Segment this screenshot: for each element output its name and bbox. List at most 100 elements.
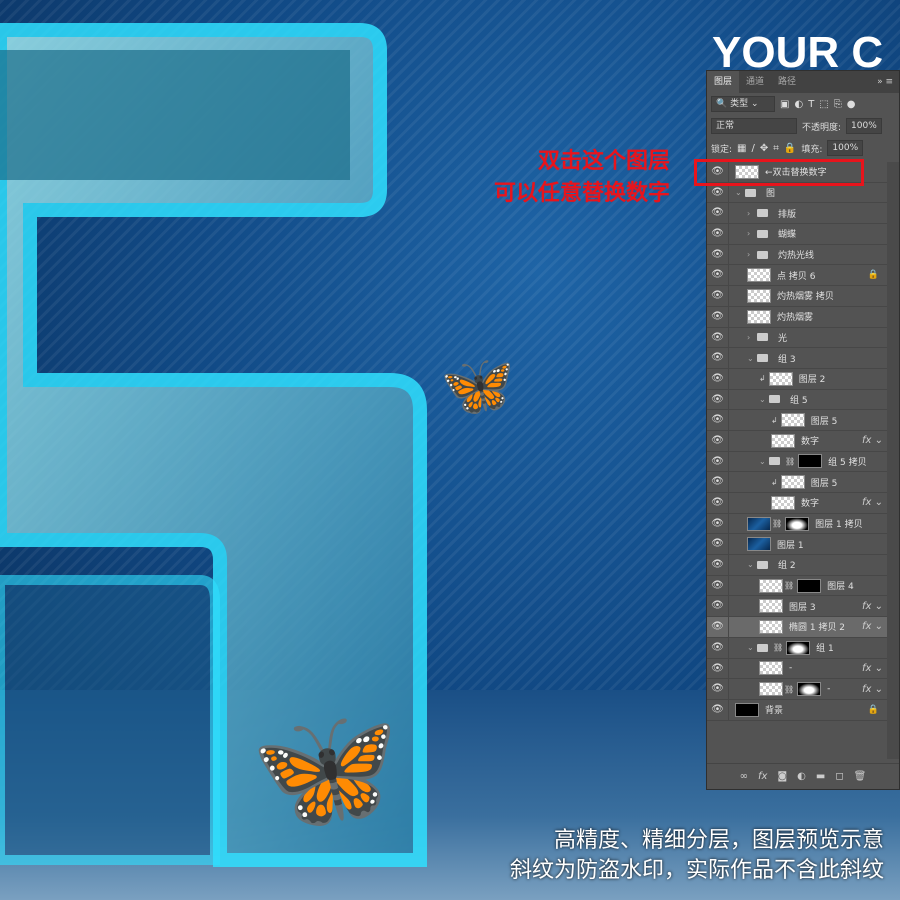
- layer-row[interactable]: 👁 ↲ 图层 2: [707, 368, 887, 390]
- panel-menu-icon[interactable]: » ≡: [871, 71, 899, 93]
- chevron-right-icon[interactable]: ›: [747, 209, 757, 218]
- eye-icon[interactable]: 👁: [707, 472, 729, 492]
- scrollbar[interactable]: [887, 162, 899, 759]
- layer-row[interactable]: 👁 › 排版: [707, 203, 887, 225]
- eye-icon[interactable]: 👁: [707, 658, 729, 679]
- eye-icon[interactable]: 👁: [707, 430, 729, 451]
- chevron-down-icon[interactable]: ⌄: [735, 188, 745, 197]
- eye-icon[interactable]: 👁: [707, 596, 729, 617]
- layer-row[interactable]: 👁 椭圆 1 拷贝 2 fx ⌄: [707, 617, 887, 638]
- link-icon[interactable]: ∞: [740, 771, 748, 782]
- eye-icon[interactable]: 👁: [707, 617, 729, 637]
- layer-row[interactable]: 👁 ⛓ 图层 4: [707, 575, 887, 597]
- layer-row[interactable]: 👁 ↲ 图层 5: [707, 472, 887, 493]
- fx-icon[interactable]: fx ⌄: [862, 663, 883, 674]
- image-filter-icon[interactable]: ▣: [780, 99, 789, 110]
- eye-icon[interactable]: 👁: [707, 513, 729, 534]
- lock-all-icon[interactable]: 🔒: [784, 143, 796, 154]
- eye-icon[interactable]: 👁: [707, 575, 729, 596]
- layer-row[interactable]: 👁 ⛓ - fx ⌄: [707, 679, 887, 700]
- tab-paths[interactable]: 路径: [771, 71, 803, 93]
- layer-name: 组 3: [778, 354, 796, 365]
- chevron-down-icon[interactable]: ⌄: [747, 354, 757, 363]
- layer-name: 排版: [778, 209, 797, 220]
- chevron-right-icon[interactable]: ›: [747, 229, 757, 238]
- layer-row[interactable]: 👁 ↲ 图层 5: [707, 410, 887, 431]
- filter-kind-select[interactable]: 🔍 类型 ⌄: [711, 96, 775, 112]
- layer-row[interactable]: 👁 ⌄ 组 2: [707, 555, 887, 576]
- eye-icon[interactable]: 👁: [707, 203, 729, 224]
- butterfly-image: 🦋: [440, 351, 515, 421]
- layer-row[interactable]: 👁 灼热烟雾 拷贝: [707, 286, 887, 307]
- layer-row[interactable]: 👁 › 灼热光线: [707, 244, 887, 266]
- layer-row[interactable]: 👁 ⌄ 组 3: [707, 348, 887, 369]
- layer-thumbnail: [759, 682, 783, 697]
- eye-icon[interactable]: 👁: [707, 224, 729, 244]
- eye-icon[interactable]: 👁: [707, 699, 729, 720]
- eye-icon[interactable]: 👁: [707, 265, 729, 286]
- layer-row[interactable]: 👁 数字 fx ⌄: [707, 430, 887, 452]
- chevron-down-icon[interactable]: ⌄: [759, 457, 769, 466]
- fx-icon[interactable]: fx ⌄: [862, 497, 883, 508]
- mask-icon[interactable]: ◙: [777, 771, 787, 782]
- layer-row[interactable]: 👁 - fx ⌄: [707, 658, 887, 680]
- layer-row[interactable]: 👁 数字 fx ⌄: [707, 493, 887, 514]
- layer-thumbnail: [759, 599, 783, 614]
- lock-paint-icon[interactable]: /: [752, 143, 755, 154]
- eye-icon[interactable]: 👁: [707, 555, 729, 575]
- fx-icon[interactable]: fx ⌄: [862, 621, 883, 632]
- layer-row[interactable]: 👁 ⌄ ⛓ 组 5 拷贝: [707, 451, 887, 473]
- layer-row[interactable]: 👁 ⛓ 图层 1 拷贝: [707, 513, 887, 535]
- eye-icon[interactable]: 👁: [707, 451, 729, 472]
- fx-icon[interactable]: fx ⌄: [862, 684, 883, 695]
- fx-icon[interactable]: fx ⌄: [862, 601, 883, 612]
- layer-row[interactable]: 👁 › 蝴蝶: [707, 224, 887, 245]
- chevron-down-icon[interactable]: ⌄: [759, 395, 769, 404]
- tab-channels[interactable]: 通道: [739, 71, 771, 93]
- new-layer-icon[interactable]: ◻: [835, 771, 843, 782]
- eye-icon[interactable]: 👁: [707, 348, 729, 368]
- trash-icon[interactable]: 🗑: [854, 771, 867, 782]
- fx-icon[interactable]: fx: [758, 771, 767, 782]
- tab-layers[interactable]: 图层: [707, 71, 740, 93]
- fill-input[interactable]: 100%: [827, 140, 864, 156]
- layer-name: 图层 1: [777, 540, 804, 551]
- eye-icon[interactable]: 👁: [707, 410, 729, 430]
- eye-icon[interactable]: 👁: [707, 306, 729, 327]
- opacity-input[interactable]: 100%: [846, 118, 882, 134]
- layer-row[interactable]: 👁 › 光: [707, 327, 887, 349]
- chevron-right-icon[interactable]: ›: [747, 250, 757, 259]
- eye-icon[interactable]: 👁: [707, 368, 729, 389]
- layer-row[interactable]: 👁 图层 1: [707, 534, 887, 556]
- layer-row[interactable]: 👁 ⌄ 组 5: [707, 389, 887, 411]
- eye-icon[interactable]: 👁: [707, 286, 729, 306]
- chevron-right-icon[interactable]: ›: [747, 333, 757, 342]
- lock-artboard-icon[interactable]: ⌗: [773, 143, 779, 154]
- eye-icon[interactable]: 👁: [707, 534, 729, 555]
- layer-name: 图层 3: [789, 602, 816, 613]
- chevron-down-icon[interactable]: ⌄: [747, 560, 757, 569]
- lock-position-icon[interactable]: ✥: [760, 143, 768, 154]
- eye-icon[interactable]: 👁: [707, 493, 729, 513]
- chevron-down-icon[interactable]: ⌄: [747, 643, 757, 652]
- blend-mode-select[interactable]: 正常: [711, 118, 797, 134]
- adjustment-icon[interactable]: ◐: [797, 771, 806, 782]
- layer-row[interactable]: 👁 点 拷贝 6 🔒: [707, 265, 887, 287]
- fx-icon[interactable]: fx ⌄: [862, 435, 883, 446]
- new-group-icon[interactable]: ▬: [816, 771, 825, 782]
- layer-row[interactable]: 👁 ⌄ ⛓ 组 1: [707, 637, 887, 659]
- lock-pixels-icon[interactable]: ▦: [737, 143, 746, 154]
- eye-icon[interactable]: 👁: [707, 679, 729, 699]
- type-filter-icon[interactable]: T: [808, 99, 814, 110]
- eye-icon[interactable]: 👁: [707, 637, 729, 658]
- eye-icon[interactable]: 👁: [707, 389, 729, 410]
- layer-row[interactable]: 👁 背景 🔒: [707, 699, 887, 721]
- adjustment-filter-icon[interactable]: ◐: [794, 99, 803, 110]
- smart-filter-icon[interactable]: ⎘: [834, 99, 842, 110]
- layer-row[interactable]: 👁 图层 3 fx ⌄: [707, 596, 887, 618]
- filter-toggle-icon[interactable]: ●: [847, 99, 856, 110]
- shape-filter-icon[interactable]: ⬚: [819, 99, 828, 110]
- eye-icon[interactable]: 👁: [707, 327, 729, 348]
- layer-row[interactable]: 👁 灼热烟雾: [707, 306, 887, 328]
- eye-icon[interactable]: 👁: [707, 244, 729, 265]
